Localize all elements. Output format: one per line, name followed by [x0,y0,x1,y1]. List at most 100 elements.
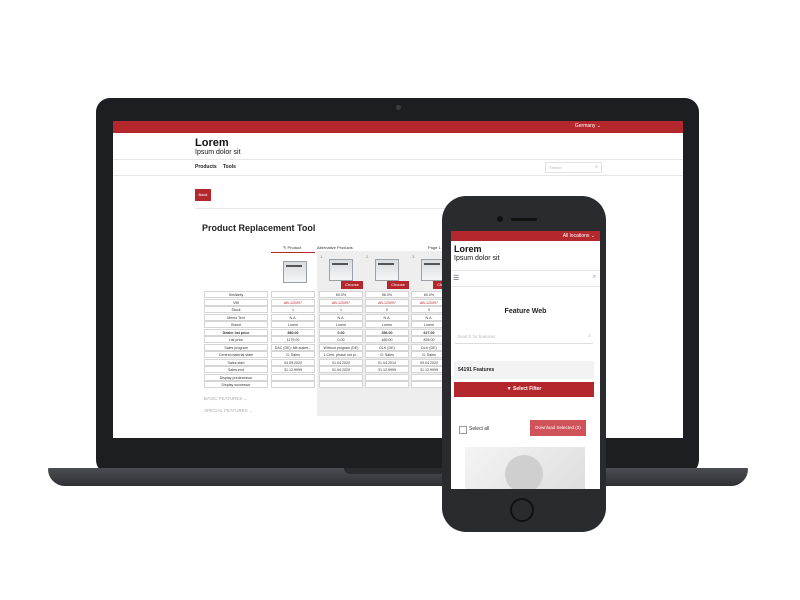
table-cell: N.A. [365,313,409,321]
phone-home-button[interactable] [510,498,534,522]
desktop-logo-title[interactable]: Lorem [195,137,229,149]
table-cell: 1179.00 [271,336,315,343]
table-cell: 356.00 [365,328,409,336]
table-cell: 1-Cent. phase out pl... [319,351,363,358]
phone-screen: All locations ⌄ Lorem Ipsum dolor sit ☰ … [451,231,600,489]
row-label: Similarity [204,291,268,298]
feature-image [465,447,585,489]
product-image [283,261,307,283]
table-cell: AB-120097 [319,298,363,306]
alt-product-image-2 [375,259,399,281]
mobile-logo-title[interactable]: Lorem [454,244,482,254]
feature-search-input[interactable]: Search for features ⌕ [455,331,593,344]
row-label: List price [204,336,268,343]
choose-button-2[interactable]: Choose [387,281,409,289]
choose-button-1[interactable]: Choose [341,281,363,289]
table-cell: 01.04.2020 [319,358,363,366]
table-cell: 60.0% [319,291,363,298]
nav-tools[interactable]: Tools [223,164,236,170]
table-cell: Lorem [365,321,409,328]
desktop-top-bar: Germany ⌄ [113,121,683,133]
download-selected-button[interactable]: Download Selected (0) [530,420,586,436]
table-cell [319,373,363,381]
feature-web-title: Feature Web [504,308,547,315]
row-label: Display successor [204,381,268,388]
row-label: VIB [204,298,268,306]
search-icon[interactable]: ⌕ [588,333,591,339]
menu-icon[interactable]: ☰ [453,274,459,282]
row-label: Brand [204,321,268,328]
tab-alternative-products[interactable]: Alternative Products [317,245,353,250]
table-cell: 0 [365,306,409,313]
table-cell: N.A. [319,313,363,321]
table-cell [365,373,409,381]
table-cell: 0.00 [319,328,363,336]
alt-number-1: 1. [320,254,324,259]
row-label: Display predecessor [204,373,268,381]
search-icon[interactable]: ⌕ [595,164,598,170]
table-cell [319,381,363,388]
search-placeholder: Search [549,165,562,170]
phone-camera [497,216,503,222]
back-button[interactable]: Back [195,189,211,201]
row-label: Sales start [204,358,268,366]
table-cell: AB-120097 [271,298,315,306]
row-label: Central material state [204,351,268,358]
table-cell: Lorem [319,321,363,328]
alt-product-image-1 [329,259,353,281]
mobile-top-bar: All locations ⌄ [451,231,600,241]
select-filter-button[interactable]: ▼ Select Filter [454,382,594,397]
table-cell [271,291,315,298]
desktop-search-input[interactable]: Search ⌕ [545,162,602,173]
row-label: Stock [204,306,268,313]
table-cell: AB-120097 [365,298,409,306]
table-cell: 01.04.2014 [365,358,409,366]
nav-products[interactable]: Products [195,164,217,170]
select-all-checkbox[interactable] [459,426,467,434]
table-cell: 1 [319,306,363,313]
table-cell: 1 [271,306,315,313]
table-cell [365,381,409,388]
active-tab-underline [271,252,315,253]
row-label: Memo Text [204,313,268,321]
table-cell: 04.09.2020 [271,358,315,366]
table-cell: 31.12.9999 [271,366,315,373]
table-cell: 01.04.2020 [319,366,363,373]
table-cell [271,381,315,388]
table-cell: Without program (DE) [319,343,363,351]
tab-product[interactable]: ✎ Product [283,245,301,250]
laptop-camera [396,105,401,110]
locations-selector[interactable]: All locations ⌄ [563,233,595,239]
table-cell: 56.0% [365,291,409,298]
phone-speaker [511,218,537,221]
basic-features-toggle[interactable]: BASIC FEATURES ⌄ [204,396,247,402]
alt-number-2: 2. [366,254,370,259]
table-cell [271,373,315,381]
mobile-logo-subtitle: Ipsum dolor sit [454,255,500,262]
feature-search-placeholder: Search for features [457,334,496,339]
table-cell: 880.00 [271,328,315,336]
row-label: Sales end [204,366,268,373]
header-divider [113,159,683,160]
table-cell: Lorem [271,321,315,328]
laptop-notch [344,468,454,474]
desktop-logo-subtitle: Ipsum dolor sit [195,149,241,156]
mobile-nav-divider [451,286,600,287]
feature-count: 54191 Features [454,361,594,379]
table-cell: N.A. [271,313,315,321]
search-icon[interactable]: ⌕ [593,274,596,281]
nav-divider [113,175,683,176]
table-cell: G: Sales [271,351,315,358]
country-selector[interactable]: Germany ⌄ [575,123,601,129]
table-cell: DAC (DE): Mit ausen... [271,343,315,351]
pagination-label[interactable]: Page 1 [428,245,441,250]
table-cell: DLK (DE) [365,343,409,351]
table-cell: 31.12.9999 [365,366,409,373]
select-all-label: Select all [469,426,490,432]
mobile-divider [451,270,600,271]
alt-number-3: 3. [412,254,416,259]
special-features-toggle[interactable]: SPECIAL FEATURES ⌄ [204,408,253,414]
table-cell: G: Sales [365,351,409,358]
table-cell: 489.00 [365,336,409,343]
row-label: Dealer list price [204,328,268,336]
